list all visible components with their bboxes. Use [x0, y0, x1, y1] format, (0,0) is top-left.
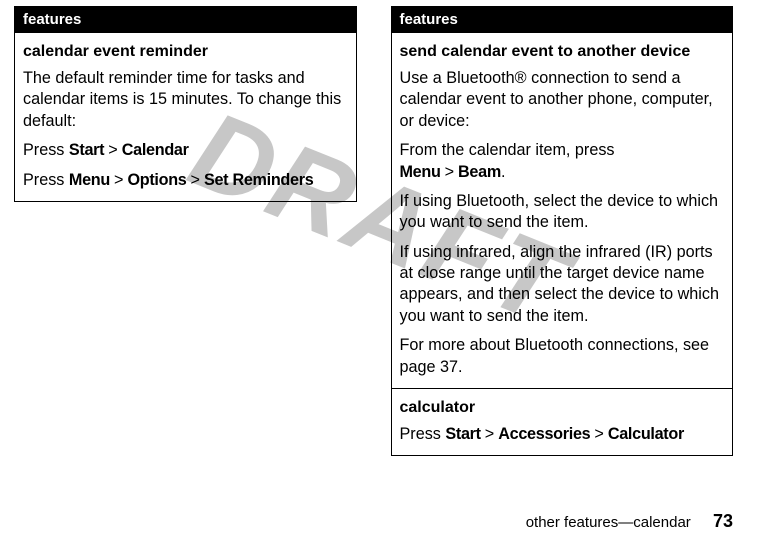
key-start: Start: [69, 141, 104, 159]
feature-title: calculator: [400, 397, 725, 418]
separator-gt: >: [108, 141, 117, 159]
crumb-calculator: Calculator: [608, 425, 684, 443]
left-features-table: features calendar event reminder The def…: [14, 6, 357, 202]
left-row-reminder: calendar event reminder The default remi…: [15, 33, 357, 202]
separator-gt: >: [445, 163, 454, 181]
left-column: features calendar event reminder The def…: [14, 6, 357, 456]
feature-para: For more about Bluetooth connections, se…: [400, 335, 725, 378]
crumb-accessories: Accessories: [498, 425, 590, 443]
separator-gt: >: [594, 425, 603, 443]
feature-para: The default reminder time for tasks and …: [23, 68, 348, 132]
text-suffix: .: [501, 163, 506, 181]
text-press: Press: [23, 171, 69, 189]
crumb-beam: Beam: [458, 163, 501, 181]
right-column: features send calendar event to another …: [391, 6, 734, 456]
feature-instruction: Press Start >Accessories> Calculator: [400, 424, 725, 445]
key-start: Start: [445, 425, 480, 443]
page-footer: other features—calendar 73: [526, 511, 733, 532]
separator-gt: >: [190, 171, 199, 189]
text-prefix: From the calendar item, press: [400, 141, 615, 159]
text-press: Press: [400, 425, 446, 443]
left-table-header: features: [15, 7, 357, 33]
feature-title: send calendar event to another device: [400, 41, 725, 62]
key-menu: Menu: [69, 171, 110, 189]
text-press: Press: [23, 141, 69, 159]
feature-instruction: Press Menu>Options>Set Reminders: [23, 170, 348, 191]
right-table-header: features: [391, 7, 733, 33]
feature-para: Use a Bluetooth® connection to send a ca…: [400, 68, 725, 132]
crumb-set-reminders: Set Reminders: [204, 171, 313, 189]
key-menu: Menu: [400, 163, 441, 181]
right-row-send-event: send calendar event to another device Us…: [391, 33, 733, 389]
feature-instruction: Press Start> Calendar: [23, 140, 348, 161]
crumb-options: Options: [127, 171, 186, 189]
separator-gt: >: [114, 171, 123, 189]
separator-gt: >: [485, 425, 494, 443]
crumb-calendar: Calendar: [122, 141, 189, 159]
right-row-calculator: calculator Press Start >Accessories> Calcu…: [391, 388, 733, 455]
page-number: 73: [713, 511, 733, 531]
content-columns: features calendar event reminder The def…: [0, 0, 759, 456]
feature-para: If using infrared, align the infrared (I…: [400, 242, 725, 328]
feature-instruction: From the calendar item, press Menu>Beam.: [400, 140, 725, 183]
feature-para: If using Bluetooth, select the device to…: [400, 191, 725, 234]
right-features-table: features send calendar event to another …: [391, 6, 734, 456]
footer-section: other features—calendar: [526, 514, 691, 531]
feature-title: calendar event reminder: [23, 41, 348, 62]
